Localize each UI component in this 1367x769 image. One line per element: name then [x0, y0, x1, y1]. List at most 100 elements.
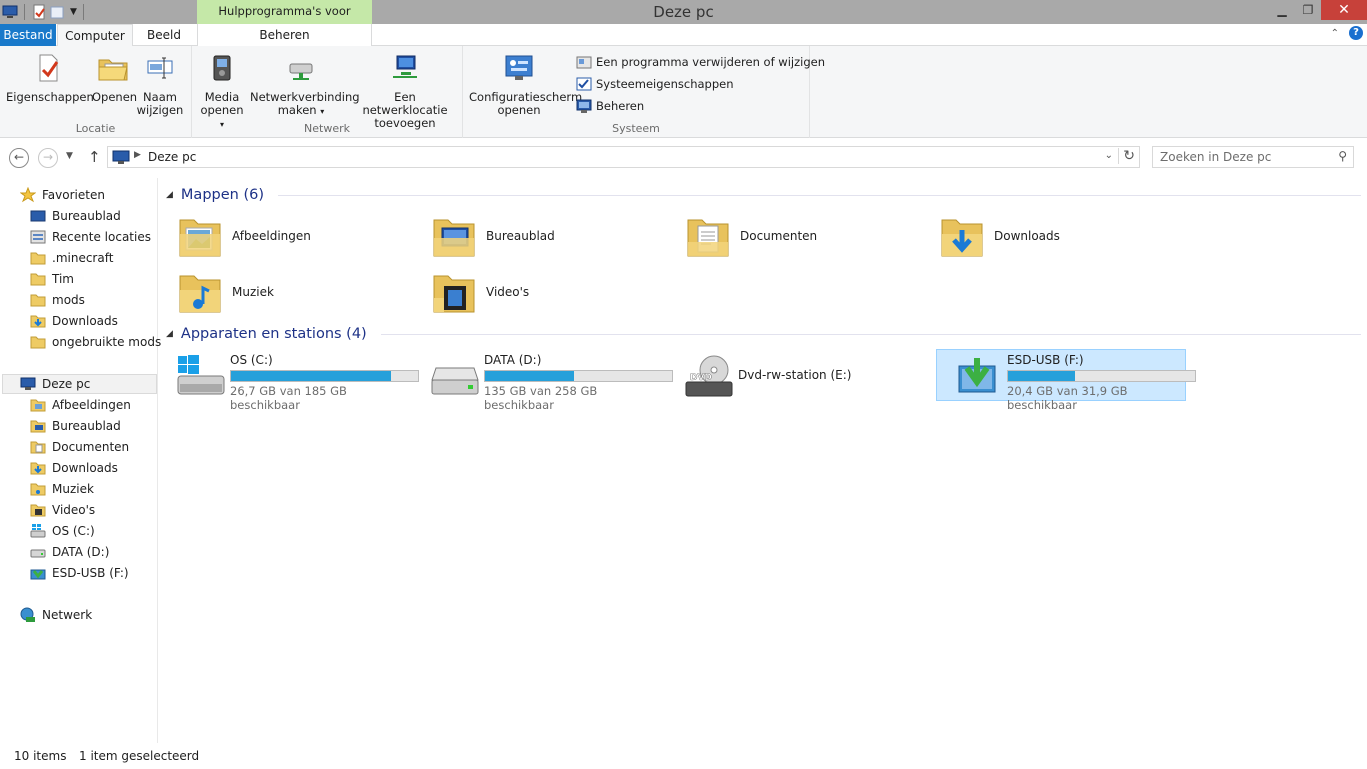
- network-icon: [20, 607, 35, 622]
- refresh-icon[interactable]: ↻: [1118, 148, 1135, 164]
- windows-drive-icon: [30, 524, 46, 538]
- sidebar-item-documents[interactable]: Documenten: [30, 437, 129, 457]
- search-icon[interactable]: ⚲: [1338, 149, 1347, 163]
- group-network-label: Netwerk: [304, 122, 350, 135]
- computer-management-icon: [576, 99, 592, 113]
- sidebar-label: Recente locaties: [52, 230, 151, 244]
- sidebar-item-downloads[interactable]: Downloads: [30, 458, 118, 478]
- forward-button[interactable]: →: [38, 148, 58, 168]
- folder-label: Downloads: [994, 229, 1060, 243]
- system-properties-label: Systeemeigenschappen: [596, 77, 734, 91]
- sidebar-item-music[interactable]: Muziek: [30, 479, 94, 499]
- up-button[interactable]: ↑: [88, 148, 101, 166]
- manage-label: Beheren: [596, 99, 645, 113]
- system-properties-button[interactable]: Systeemeigenschappen: [576, 75, 734, 93]
- open-folder-icon: [98, 59, 128, 81]
- tab-file[interactable]: Bestand: [0, 24, 56, 46]
- folder-tile-desktop[interactable]: Bureaublad: [414, 210, 664, 262]
- drive-tile-f[interactable]: ESD-USB (F:) 20,4 GB van 31,9 GB beschik…: [936, 349, 1196, 412]
- drive-tile-e[interactable]: DVD Dvd-rw-station (E:): [668, 350, 918, 402]
- close-button[interactable]: ✕: [1321, 0, 1367, 20]
- sidebar-item-pictures[interactable]: Afbeeldingen: [30, 395, 131, 415]
- recent-locations-dropdown-icon[interactable]: ▼: [66, 151, 73, 161]
- sidebar-item-videos[interactable]: Video's: [30, 500, 95, 520]
- search-box[interactable]: ⚲: [1152, 146, 1354, 168]
- minimize-button[interactable]: ▁: [1269, 0, 1295, 20]
- rename-button[interactable]: Naam wijzigen: [136, 52, 184, 117]
- maximize-button[interactable]: ❐: [1295, 0, 1321, 20]
- address-bar[interactable]: ▶ Deze pc ⌄ ↻: [107, 146, 1140, 168]
- search-input[interactable]: [1153, 147, 1323, 167]
- sidebar-label: Afbeeldingen: [52, 398, 131, 412]
- network-drive-icon: [289, 63, 313, 80]
- control-panel-button[interactable]: Configuratiescherm openen: [469, 52, 582, 117]
- drive-tile-d[interactable]: DATA (D:) 135 GB van 258 GB beschikbaar: [414, 350, 673, 412]
- navigation-bar: ← → ▼ ↑ ▶ Deze pc ⌄ ↻ ⚲: [0, 139, 1367, 175]
- windows-drive-icon: [177, 355, 225, 395]
- sidebar-label: Downloads: [52, 314, 118, 328]
- drive-name: DATA (D:): [484, 353, 542, 367]
- folder-tile-downloads[interactable]: Downloads: [922, 210, 1172, 262]
- media-open-button[interactable]: Media openen ▾: [198, 52, 246, 131]
- open-button[interactable]: Openen: [92, 52, 137, 104]
- tab-view[interactable]: Beeld: [138, 24, 190, 46]
- sidebar-item-desktop[interactable]: Bureaublad: [30, 206, 121, 226]
- sidebar-label: Documenten: [52, 440, 130, 454]
- folder-tile-pictures[interactable]: Afbeeldingen: [160, 210, 410, 262]
- tab-manage[interactable]: Beheren: [197, 24, 372, 46]
- devices-section-header[interactable]: ◢ Apparaten en stations (4): [166, 324, 1361, 344]
- address-dropdown-icon[interactable]: ⌄: [1105, 150, 1113, 161]
- sidebar-item-minecraft[interactable]: .minecraft: [30, 248, 113, 268]
- properties-label: Eigenschappen: [6, 90, 94, 104]
- folder-label: Video's: [486, 285, 530, 299]
- add-network-location-button[interactable]: Een netwerklocatie toevoegen: [354, 52, 456, 130]
- sidebar-item-network[interactable]: Netwerk: [20, 605, 92, 625]
- folder-tile-documents[interactable]: Documenten: [668, 210, 918, 262]
- sidebar-label: Video's: [52, 503, 96, 517]
- back-button[interactable]: ←: [9, 148, 29, 168]
- folder-icon: [30, 336, 46, 349]
- documents-folder-icon: [687, 219, 729, 257]
- sidebar-item-favorites[interactable]: Favorieten: [20, 185, 105, 205]
- computer-icon: [112, 150, 130, 164]
- sidebar-item-this-pc[interactable]: Deze pc: [2, 374, 157, 394]
- sidebar-item-mods[interactable]: mods: [30, 290, 85, 310]
- properties-button[interactable]: Eigenschappen: [6, 52, 94, 104]
- ribbon-right-controls: ⌃ ?: [1331, 26, 1363, 40]
- folders-section-header[interactable]: ◢ Mappen (6): [166, 185, 1361, 205]
- breadcrumb-chevron-icon[interactable]: ▶: [134, 150, 141, 160]
- sidebar-item-unused-mods[interactable]: ongebruikte mods: [30, 332, 161, 352]
- group-network: Media openen ▾ Netwerkverbinding maken ▾…: [192, 46, 463, 138]
- sidebar-item-drive-d[interactable]: DATA (D:): [30, 542, 109, 562]
- section-divider: [278, 194, 1361, 196]
- breadcrumb-this-pc[interactable]: Deze pc: [148, 150, 196, 164]
- rename-label-2: wijzigen: [136, 103, 184, 117]
- sidebar-item-tim[interactable]: Tim: [30, 269, 74, 289]
- collapse-ribbon-icon[interactable]: ⌃: [1331, 28, 1339, 39]
- folder-tile-videos[interactable]: Video's: [414, 266, 664, 318]
- map-network-drive-button[interactable]: Netwerkverbinding maken ▾: [250, 52, 360, 118]
- desktop-icon: [30, 210, 46, 222]
- uninstall-label: Een programma verwijderen of wijzigen: [596, 55, 825, 69]
- sidebar-item-drive-c[interactable]: OS (C:): [30, 521, 95, 541]
- collapse-chevron-icon[interactable]: ◢: [166, 329, 173, 339]
- drive-tile-c[interactable]: OS (C:) 26,7 GB van 185 GB beschikbaar: [160, 350, 419, 412]
- dvd-drive-icon: DVD: [685, 355, 733, 397]
- computer-icon: [20, 377, 36, 390]
- sidebar-item-downloads-fav[interactable]: Downloads: [30, 311, 118, 331]
- folder-tile-music[interactable]: Muziek: [160, 266, 410, 318]
- drive-name: Dvd-rw-station (E:): [738, 368, 852, 382]
- item-count: 10 items: [14, 749, 67, 763]
- collapse-chevron-icon[interactable]: ◢: [166, 190, 173, 200]
- network-location-icon: [393, 55, 417, 78]
- ribbon: Eigenschappen Openen Naam wijzigen Locat…: [0, 46, 1367, 138]
- music-folder-icon: [30, 483, 46, 496]
- uninstall-program-button[interactable]: Een programma verwijderen of wijzigen: [576, 53, 825, 71]
- sidebar-item-recent-places[interactable]: Recente locaties: [30, 227, 151, 247]
- sidebar-item-drive-f[interactable]: ESD-USB (F:): [30, 563, 129, 583]
- svg-text:DVD: DVD: [690, 373, 712, 383]
- manage-button[interactable]: Beheren: [576, 97, 644, 115]
- tab-computer[interactable]: Computer: [57, 24, 133, 47]
- help-icon[interactable]: ?: [1349, 26, 1363, 40]
- sidebar-item-desktop-pc[interactable]: Bureaublad: [30, 416, 121, 436]
